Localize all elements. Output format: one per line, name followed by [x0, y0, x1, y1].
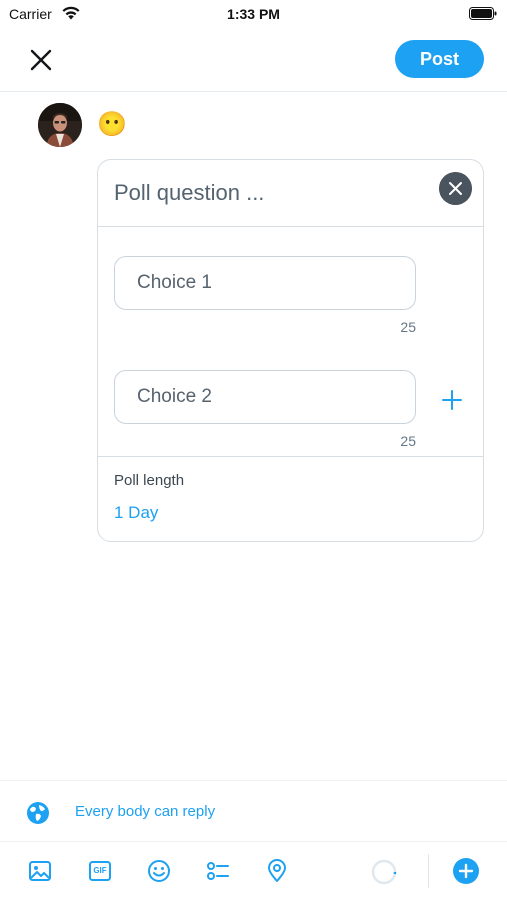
poll-length-label: Poll length	[114, 472, 185, 489]
gif-icon[interactable]: GIF	[86, 857, 114, 885]
status-bar: Carrier 1:33 PM	[0, 0, 507, 28]
compose-toolbar: GIF	[0, 843, 507, 900]
reply-settings-label: Every body can reply	[75, 803, 216, 820]
poll-icon[interactable]	[204, 857, 232, 885]
toolbar-divider	[428, 854, 429, 888]
image-icon[interactable]	[26, 857, 54, 885]
remove-poll-icon[interactable]	[439, 172, 472, 205]
emoji-icon[interactable]	[145, 857, 173, 885]
compose-header: Post	[0, 28, 507, 92]
location-icon[interactable]	[263, 857, 291, 885]
gif-icon-label: GIF	[93, 866, 107, 875]
choice-2-char-count: 25	[400, 433, 416, 449]
poll-divider	[98, 456, 483, 457]
add-tweet-icon[interactable]	[452, 857, 480, 885]
choice-1-char-count: 25	[400, 319, 416, 335]
avatar[interactable]	[38, 103, 82, 147]
reply-settings[interactable]: Every body can reply	[0, 780, 507, 842]
character-counter-icon	[371, 859, 397, 885]
choice-1-field[interactable]	[114, 256, 416, 310]
poll-divider	[98, 226, 483, 227]
post-button[interactable]: Post	[395, 40, 484, 78]
battery-icon	[469, 7, 497, 20]
choice-2-field[interactable]	[114, 370, 416, 424]
close-icon[interactable]	[26, 45, 56, 75]
globe-icon	[27, 802, 49, 824]
emoji: 😶	[97, 111, 127, 138]
plus-icon[interactable]	[438, 386, 466, 414]
poll-card: Poll question ... 25 25 Poll length 1 Da…	[97, 159, 484, 542]
poll-question-input[interactable]: Poll question ...	[114, 180, 264, 206]
poll-length-value[interactable]: 1 Day	[114, 503, 158, 523]
clock: 1:33 PM	[227, 6, 280, 22]
